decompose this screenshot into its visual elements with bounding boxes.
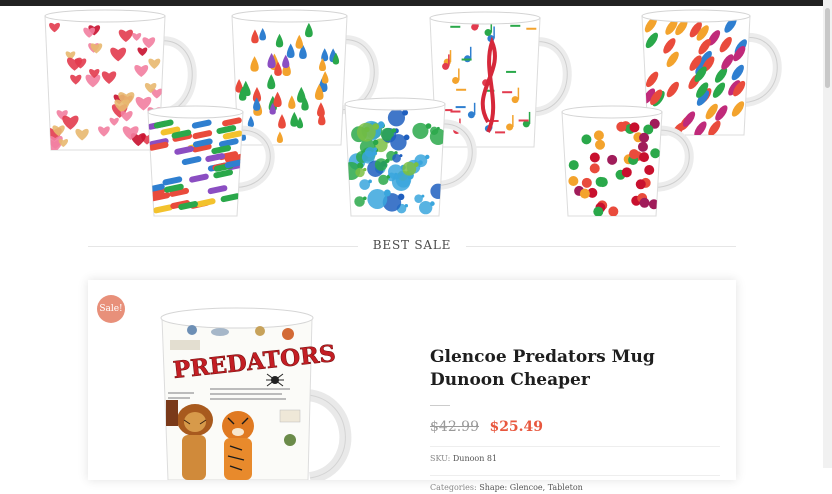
sale-badge: Sale! — [97, 295, 125, 323]
categories-links[interactable]: Shape: Glencoe, Tableton — [479, 483, 583, 492]
product-image[interactable]: PREDATORS — [150, 300, 400, 484]
hero-banner — [0, 6, 823, 218]
sku-row: SKU: Dunoon 81 — [430, 453, 720, 465]
predators-mug-image: PREDATORS — [160, 307, 352, 484]
section-title: BEST SALE — [372, 238, 452, 252]
section-heading: BEST SALE — [88, 236, 736, 256]
sale-price: $25.49 — [489, 419, 544, 435]
hero-mugs-image — [44, 9, 782, 217]
meta-divider — [430, 475, 720, 476]
heading-rule-right — [466, 246, 736, 247]
old-price: $42.99 — [430, 419, 479, 435]
title-divider — [430, 405, 450, 406]
product-info: Glencoe Predators Mug Dunoon Cheaper $42… — [430, 346, 720, 494]
price-row: $42.99 $25.49 — [430, 418, 720, 436]
sku-label: SKU: — [430, 454, 451, 463]
sku-value: Dunoon 81 — [452, 454, 498, 463]
product-title[interactable]: Glencoe Predators Mug Dunoon Cheaper — [430, 346, 720, 392]
categories-label: Categories: — [430, 483, 477, 492]
categories-row: Categories: Shape: Glencoe, Tableton — [430, 482, 720, 494]
product-card: Sale! PREDATORS Glencoe Predators Mug Du… — [88, 280, 736, 492]
scrollbar-thumb[interactable] — [825, 8, 830, 88]
price-divider — [430, 446, 720, 447]
